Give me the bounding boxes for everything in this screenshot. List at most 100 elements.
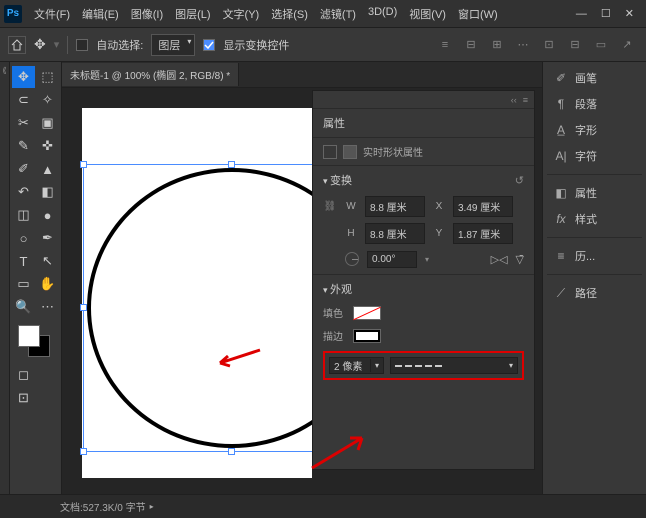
eraser-tool[interactable]: ◧ (36, 181, 59, 203)
gradient-tool[interactable]: ◫ (12, 204, 35, 226)
status-bar: 文档:527.3K/0 字节 ▸ (0, 494, 646, 518)
align-btn-6[interactable]: ⊟ (564, 34, 586, 56)
align-group: ≡ ⊟ ⊞ ⋯ ⊡ ⊟ ▭ ↗ (434, 34, 638, 56)
height-input[interactable]: 8.8 厘米 (365, 223, 425, 244)
menu-filter[interactable]: 滤镜(T) (316, 4, 360, 24)
path-tool[interactable]: ↖ (36, 250, 59, 272)
angle-input[interactable]: 0.00° (367, 251, 417, 268)
sidebar-item-glyph[interactable]: A̲字形 (547, 118, 642, 142)
menu-3d[interactable]: 3D(D) (364, 4, 401, 24)
x-input[interactable]: 3.49 厘米 (453, 196, 513, 217)
wand-tool[interactable]: ✧ (36, 89, 59, 111)
close-button[interactable]: ✕ (625, 7, 634, 20)
status-dropdown[interactable]: ▸ (150, 502, 154, 511)
handle-tl[interactable] (80, 161, 87, 168)
align-btn-1[interactable]: ≡ (434, 34, 456, 56)
menu-file[interactable]: 文件(F) (30, 4, 74, 24)
align-btn-4[interactable]: ⋯ (512, 34, 534, 56)
width-input[interactable]: 8.8 厘米 (365, 196, 425, 217)
pen-tool[interactable]: ✒ (36, 227, 59, 249)
align-btn-5[interactable]: ⊡ (538, 34, 560, 56)
shape-live-icon (343, 145, 357, 159)
sidebar-item-paths[interactable]: ⟋路径 (547, 281, 642, 305)
document-tab[interactable]: 未标题-1 @ 100% (椭圆 2, RGB/8) * (62, 63, 239, 86)
menu-window[interactable]: 窗口(W) (454, 4, 502, 24)
crop-tool[interactable]: ✂ (12, 112, 35, 134)
sidebar-item-history[interactable]: ≡历... (547, 244, 642, 268)
align-btn-2[interactable]: ⊟ (460, 34, 482, 56)
reset-icon[interactable]: ↺ (515, 174, 524, 187)
handle-tm[interactable] (228, 161, 235, 168)
stroke-width-control[interactable]: ▾ (329, 357, 384, 374)
y-input[interactable]: 1.87 厘米 (453, 223, 513, 244)
stroke-width-input[interactable] (330, 358, 370, 373)
menu-image[interactable]: 图像(I) (127, 4, 167, 24)
frame-tool[interactable]: ▣ (36, 112, 59, 134)
menu-select[interactable]: 选择(S) (267, 4, 312, 24)
title-bar: Ps 文件(F) 编辑(E) 图像(I) 图层(L) 文字(Y) 选择(S) 滤… (0, 0, 646, 28)
auto-select-checkbox[interactable] (76, 39, 88, 51)
stamp-tool[interactable]: ▲ (36, 158, 59, 180)
move-tool[interactable]: ✥ (12, 66, 35, 88)
eyedropper-tool[interactable]: ✎ (12, 135, 35, 157)
color-swatches[interactable] (18, 325, 50, 357)
panel-menu-icon[interactable]: ≡ (523, 95, 528, 105)
document-tabs: 未标题-1 @ 100% (椭圆 2, RGB/8) * (62, 62, 542, 88)
align-btn-7[interactable]: ▭ (590, 34, 612, 56)
blur-tool[interactable]: ● (36, 204, 59, 226)
maximize-button[interactable]: ☐ (601, 7, 611, 20)
menu-edit[interactable]: 编辑(E) (78, 4, 123, 24)
edit-toolbar[interactable]: ⋯ (36, 296, 59, 318)
lasso-tool[interactable]: ⊂ (12, 89, 35, 111)
stroke-width-dropdown[interactable]: ▾ (370, 359, 383, 372)
stroke-swatch[interactable] (353, 329, 381, 343)
menu-type[interactable]: 文字(Y) (219, 4, 264, 24)
share-icon[interactable]: ↗ (616, 34, 638, 56)
link-wh-icon[interactable]: ⛓ (323, 198, 337, 216)
screenmode-tool[interactable]: ⊡ (12, 387, 35, 409)
align-btn-3[interactable]: ⊞ (486, 34, 508, 56)
transform-title: 变换 (330, 175, 352, 187)
hand-tool[interactable]: ✋ (36, 273, 59, 295)
stroke-style-dropdown[interactable]: ▾ (390, 357, 518, 374)
sidebar-item-paragraph[interactable]: ¶段落 (547, 92, 642, 116)
left-dock-strip[interactable]: ⟪ (0, 62, 10, 494)
history-brush-tool[interactable]: ↶ (12, 181, 35, 203)
zoom-tool[interactable]: 🔍 (12, 296, 35, 318)
sidebar-item-properties[interactable]: ◧属性 (547, 181, 642, 205)
shape-tool[interactable]: ▭ (12, 273, 35, 295)
stroke-highlight-box: ▾ ▾ (323, 351, 524, 380)
handle-bm[interactable] (228, 448, 235, 455)
dodge-tool[interactable]: ○ (12, 227, 35, 249)
brush-tool[interactable]: ✐ (12, 158, 35, 180)
sidebar-item-brush[interactable]: ✐画笔 (547, 66, 642, 90)
properties-icon: ◧ (553, 185, 569, 201)
flip-h-icon[interactable]: ▷◁ (491, 253, 508, 266)
handle-bl[interactable] (80, 448, 87, 455)
flip-v-icon[interactable]: ▽̄ (516, 253, 524, 266)
home-icon[interactable] (8, 36, 26, 54)
foreground-color[interactable] (18, 325, 40, 347)
paths-icon: ⟋ (553, 285, 569, 301)
marquee-tool[interactable]: ⬚ (36, 66, 59, 88)
heal-tool[interactable]: ✜ (36, 135, 59, 157)
menu-view[interactable]: 视图(V) (405, 4, 450, 24)
fill-swatch[interactable] (353, 306, 381, 320)
show-transform-checkbox[interactable] (203, 39, 215, 51)
panel-collapse-icon[interactable]: ‹‹ (511, 95, 517, 105)
menu-layer[interactable]: 图层(L) (171, 4, 214, 24)
minimize-button[interactable]: — (576, 8, 587, 20)
type-tool[interactable]: T (12, 250, 35, 272)
styles-icon: fx (553, 211, 569, 227)
handle-ml[interactable] (80, 304, 87, 311)
history-icon: ≡ (553, 248, 569, 264)
sidebar-item-styles[interactable]: fx样式 (547, 207, 642, 231)
right-sidebar: ✐画笔 ¶段落 A̲字形 A|字符 ◧属性 fx样式 ≡历... ⟋路径 (542, 62, 646, 494)
canvas[interactable] (82, 108, 312, 478)
shape-mask-icon (323, 145, 337, 159)
sidebar-item-character[interactable]: A|字符 (547, 144, 642, 168)
quickmask-tool[interactable]: ◻ (12, 364, 35, 386)
doc-info: 文档:527.3K/0 字节 (60, 499, 146, 514)
properties-tab[interactable]: 属性 (313, 109, 534, 138)
auto-select-dropdown[interactable]: 图层 (151, 34, 195, 56)
